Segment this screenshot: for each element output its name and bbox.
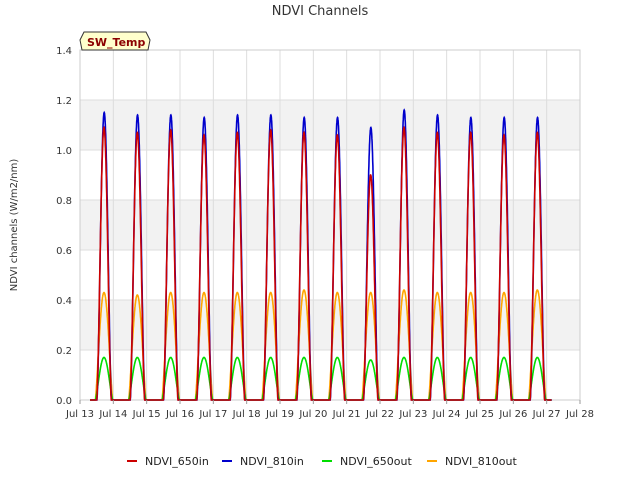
x-tick-label: Jul 19 bbox=[265, 409, 294, 420]
legend-label: NDVI_810in bbox=[240, 455, 304, 468]
x-tick-label: Jul 21 bbox=[332, 409, 361, 420]
legend-label: NDVI_650in bbox=[145, 455, 209, 468]
y-tick-label: 0.0 bbox=[56, 396, 72, 407]
y-axis-ticks: 0.0 0.2 0.4 0.6 0.8 1.0 1.2 1.4 bbox=[56, 46, 72, 407]
badge-label: SW_Temp bbox=[87, 36, 146, 49]
y-tick-label: 1.4 bbox=[56, 46, 72, 57]
series-line-ndvi-650out bbox=[90, 356, 552, 401]
x-tick-label: Jul 13 bbox=[65, 409, 94, 420]
x-tick-label: Jul 23 bbox=[398, 409, 427, 420]
y-tick-label: 1.2 bbox=[56, 96, 72, 107]
x-tick-label: Jul 28 bbox=[565, 409, 594, 420]
series-line-ndvi-810in bbox=[90, 108, 552, 401]
legend-item: NDVI_650out bbox=[322, 455, 412, 468]
sw-temp-badge: SW_Temp bbox=[79, 31, 151, 51]
y-tick-label: 0.2 bbox=[56, 346, 72, 357]
y-tick-label: 0.8 bbox=[56, 196, 72, 207]
y-tick-label: 1.0 bbox=[56, 146, 72, 157]
legend-label: NDVI_810out bbox=[445, 455, 517, 468]
x-tick-label: Jul 15 bbox=[132, 409, 161, 420]
y-tick-label: 0.6 bbox=[56, 246, 72, 257]
x-tick-label: Jul 20 bbox=[298, 409, 327, 420]
x-tick-label: Jul 14 bbox=[98, 409, 127, 420]
x-tick-label: Jul 24 bbox=[432, 409, 461, 420]
x-axis-ticks: Jul 13 Jul 14 Jul 15 Jul 16 Jul 17 Jul 18 Jul … bbox=[65, 400, 594, 420]
legend-label: NDVI_650out bbox=[340, 455, 412, 468]
chart-title: NDVI Channels bbox=[272, 4, 369, 19]
legend-item: NDVI_810in bbox=[222, 455, 304, 468]
y-tick-label: 0.4 bbox=[56, 296, 72, 307]
x-tick-label: Jul 22 bbox=[365, 409, 394, 420]
x-tick-label: Jul 16 bbox=[165, 409, 194, 420]
legend-item: NDVI_650in bbox=[127, 455, 209, 468]
plot-band bbox=[80, 200, 580, 250]
x-tick-label: Jul 25 bbox=[465, 409, 494, 420]
x-tick-label: Jul 17 bbox=[198, 409, 227, 420]
y-axis-label: NDVI channels (W/m2/nm) bbox=[9, 159, 20, 292]
legend: NDVI_650in NDVI_810in NDVI_650out NDVI_810o… bbox=[127, 455, 517, 468]
legend-item: NDVI_810out bbox=[427, 455, 517, 468]
series-lines bbox=[90, 108, 552, 401]
x-tick-label: Jul 18 bbox=[232, 409, 261, 420]
x-tick-label: Jul 27 bbox=[532, 409, 561, 420]
x-tick-label: Jul 26 bbox=[498, 409, 527, 420]
plot-band bbox=[80, 300, 580, 350]
ndvi-chart: 0.00.20.40.60.81.01.21.4 Jul 13 Jul 14 Jul… bbox=[9, 4, 594, 468]
series-line-ndvi-650in bbox=[90, 125, 552, 401]
